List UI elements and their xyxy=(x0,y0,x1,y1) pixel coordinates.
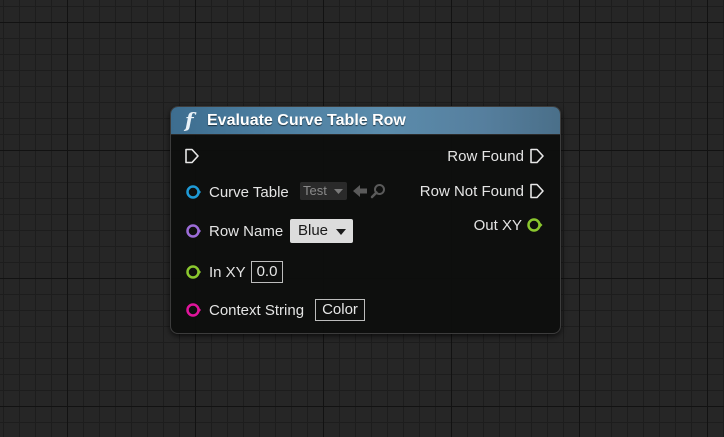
context-string-pin-icon[interactable] xyxy=(185,302,201,318)
node-header[interactable]: f Evaluate Curve Table Row xyxy=(171,107,560,135)
row-name-value: Blue xyxy=(298,222,329,239)
browse-magnifier-icon[interactable] xyxy=(370,183,386,199)
out-xy-pin-icon[interactable] xyxy=(527,217,543,233)
curve-table-label: Curve Table xyxy=(209,184,289,201)
exec-input-pin-icon[interactable] xyxy=(184,148,200,164)
curve-table-pin-icon[interactable] xyxy=(185,184,201,200)
curve-table-dropdown[interactable]: Test xyxy=(300,182,347,200)
row-name-pin-icon[interactable] xyxy=(185,223,201,239)
in-xy-pin-icon[interactable] xyxy=(185,264,201,280)
in-xy-label: In XY xyxy=(209,264,246,281)
evaluate-curve-table-row-node[interactable]: f Evaluate Curve Table Row Row Found Cur… xyxy=(170,106,561,334)
context-string-field[interactable]: Color xyxy=(315,299,365,321)
chevron-down-icon xyxy=(334,189,343,194)
row-not-found-label: Row Not Found xyxy=(419,183,524,200)
node-title: Evaluate Curve Table Row xyxy=(207,112,406,129)
function-icon: f xyxy=(185,108,194,132)
row-name-label: Row Name xyxy=(209,223,284,240)
curve-table-value: Test xyxy=(303,183,327,198)
in-xy-field[interactable]: 0.0 xyxy=(251,261,283,283)
row-not-found-exec-pin-icon[interactable] xyxy=(529,183,545,199)
out-xy-label: Out XY xyxy=(473,217,522,234)
row-found-label: Row Found xyxy=(447,148,524,165)
row-found-exec-pin-icon[interactable] xyxy=(529,148,545,164)
context-string-label: Context String xyxy=(209,302,305,319)
chevron-down-icon xyxy=(336,229,346,235)
use-selected-arrow-icon[interactable] xyxy=(352,184,368,198)
row-name-dropdown[interactable]: Blue xyxy=(290,219,353,243)
